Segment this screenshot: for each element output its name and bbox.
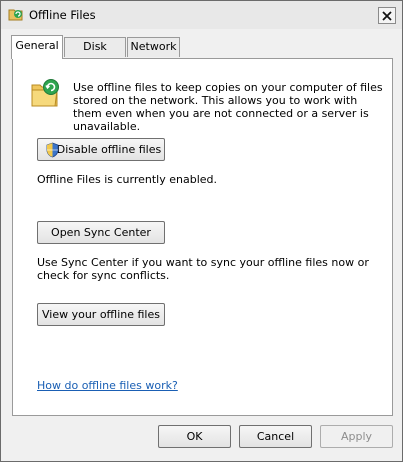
sync-description: Use Sync Center if you want to sync your… (37, 256, 369, 282)
apply-button[interactable]: Apply (320, 425, 393, 448)
tab-disk-usage[interactable]: Disk Usage (64, 37, 126, 71)
disable-offline-files-label: Disable offline files (56, 143, 162, 156)
uac-shield-icon (45, 142, 60, 158)
status-text: Offline Files is currently enabled. (37, 173, 218, 186)
sync-folder-icon (30, 77, 62, 111)
close-icon (382, 11, 392, 21)
help-link[interactable]: How do offline files work? (37, 379, 178, 392)
window-title: Offline Files (29, 8, 96, 22)
tab-general[interactable]: General (11, 35, 63, 59)
view-offline-files-button[interactable]: View your offline files (37, 303, 165, 326)
intro-description: Use offline files to keep copies on your… (73, 81, 383, 133)
cancel-button[interactable]: Cancel (239, 425, 312, 448)
tab-network[interactable]: Network (127, 37, 180, 57)
close-button[interactable] (378, 7, 396, 24)
general-panel: Use offline files to keep copies on your… (12, 58, 393, 416)
offline-files-dialog: Offline Files General Disk Usage Network… (0, 0, 403, 462)
disable-offline-files-button[interactable]: Disable offline files (37, 138, 165, 161)
open-sync-center-button[interactable]: Open Sync Center (37, 221, 165, 244)
ok-button[interactable]: OK (158, 425, 231, 448)
title-bar[interactable]: Offline Files (1, 1, 402, 29)
offline-files-icon (8, 6, 24, 22)
